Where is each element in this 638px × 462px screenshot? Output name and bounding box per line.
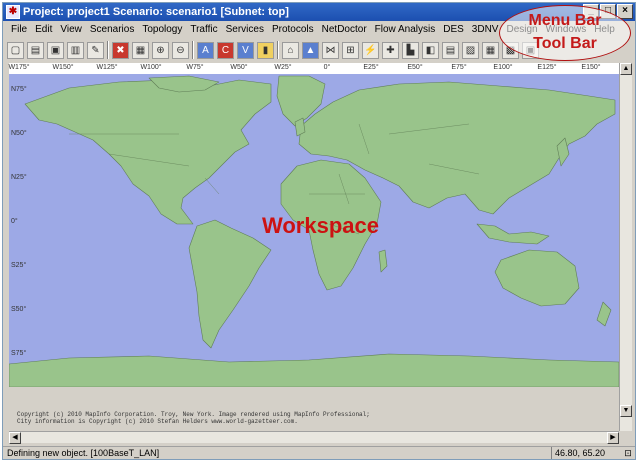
traffic-vne-icon[interactable]: V	[237, 41, 254, 59]
menu-item-view[interactable]: View	[56, 21, 86, 38]
status-bar: Defining new object. [100BaseT_LAN] 46.8…	[3, 446, 635, 459]
longitude-tick: W125°	[96, 64, 118, 71]
chart-icon[interactable]: ▙	[402, 41, 419, 59]
menu-item-netdoctor[interactable]: NetDoctor	[318, 21, 371, 38]
object-palette-icon[interactable]: ✎	[87, 41, 104, 59]
menu-item-file[interactable]: File	[7, 21, 31, 38]
view-results-icon[interactable]: ▤	[442, 41, 459, 59]
longitude-tick: E50°	[407, 64, 423, 71]
window-title: Project: project1 Scenario: scenario1 [S…	[23, 6, 289, 18]
longitude-tick: W75°	[186, 64, 204, 71]
map-workspace[interactable]: N75° N50° N25° 0° S25° S50° S75° Workspace	[9, 74, 619, 387]
open-folder-icon[interactable]: ▤	[27, 41, 44, 59]
menu-item-scenarios[interactable]: Scenarios	[86, 21, 138, 38]
annotation-tool-bar-label: Tool Bar	[533, 35, 597, 52]
links-icon[interactable]: ⋈	[322, 41, 339, 59]
triangle-icon[interactable]: ▲	[302, 41, 319, 59]
longitude-tick: W25°	[274, 64, 292, 71]
toolbar-separator	[107, 41, 109, 59]
new-project-icon[interactable]: ▢	[7, 41, 24, 59]
longitude-ruler: W175° W150° W125° W100° W75° W50° W25° 0° E25° E5…	[8, 63, 619, 74]
latitude-tick: S25°	[11, 262, 27, 269]
graph-icon[interactable]: ▨	[462, 41, 479, 59]
save-icon[interactable]: ▣	[47, 41, 64, 59]
recover-link-icon[interactable]: ✚	[382, 41, 399, 59]
latitude-tick: N25°	[11, 174, 27, 181]
zoom-in-icon[interactable]: ⊕	[152, 41, 169, 59]
fail-link-icon[interactable]: ⚡	[362, 41, 379, 59]
traffic-ace-icon[interactable]: A	[197, 41, 214, 59]
menu-item-des[interactable]: DES	[439, 21, 468, 38]
scroll-left-icon[interactable]: ◀	[9, 432, 21, 444]
flow-icon[interactable]: ▮	[257, 41, 274, 59]
latitude-tick: N75°	[11, 86, 27, 93]
latitude-tick: S50°	[11, 306, 27, 313]
longitude-tick: W50°	[230, 64, 248, 71]
longitude-tick: E75°	[451, 64, 467, 71]
status-coordinates: 46.80, 65.20	[551, 447, 619, 459]
indonesia-shape	[476, 223, 550, 245]
australia-shape	[494, 249, 580, 307]
scroll-right-icon[interactable]: ▶	[607, 432, 619, 444]
main-window: ✱ Project: project1 Scenario: scenario1 …	[2, 2, 636, 460]
new-zealand-shape	[596, 301, 612, 327]
annotation-ellipse: Menu Bar Tool Bar	[499, 5, 631, 61]
longitude-tick: W175°	[8, 64, 30, 71]
latitude-tick: N50°	[11, 130, 27, 137]
latitude-tick: 0°	[11, 218, 18, 225]
menu-item-flow-analysis[interactable]: Flow Analysis	[371, 21, 440, 38]
workspace-label: Workspace	[262, 213, 379, 238]
menu-item-protocols[interactable]: Protocols	[268, 21, 318, 38]
menu-item-3dnv[interactable]: 3DNV	[468, 21, 503, 38]
menu-item-topology[interactable]: Topology	[138, 21, 186, 38]
zoom-out-icon[interactable]: ⊖	[172, 41, 189, 59]
configure-sim-icon[interactable]: ◧	[422, 41, 439, 59]
antarctica-shape	[9, 353, 619, 387]
status-message: Defining new object. [100BaseT_LAN]	[7, 448, 160, 458]
subnet-icon[interactable]: ⊞	[342, 41, 359, 59]
network-status-icon[interactable]: ⊡	[623, 448, 633, 458]
map-copyright: Copyright (c) 2010 MapInfo Corporation. …	[9, 387, 619, 431]
longitude-tick: E25°	[363, 64, 379, 71]
longitude-tick: 0°	[323, 64, 331, 71]
longitude-tick: W150°	[52, 64, 74, 71]
toolbar-separator	[192, 41, 194, 59]
longitude-tick: E150°	[581, 64, 601, 71]
print-icon[interactable]: ▥	[67, 41, 84, 59]
app-icon[interactable]: ✱	[6, 5, 20, 19]
horizontal-scrollbar[interactable]: ◀ ▶	[9, 431, 619, 444]
north-america-shape	[24, 79, 272, 225]
longitude-tick: E100°	[493, 64, 513, 71]
longitude-tick: W100°	[140, 64, 162, 71]
menu-item-edit[interactable]: Edit	[31, 21, 56, 38]
copyright-line-1: Copyright (c) 2010 MapInfo Corporation. …	[17, 411, 370, 418]
traffic-cfg-icon[interactable]: C	[217, 41, 234, 59]
madagascar-shape	[378, 249, 388, 273]
copyright-line-2: City information is Copyright (c) 2010 S…	[17, 418, 298, 425]
latitude-tick: S75°	[11, 350, 27, 357]
properties-icon[interactable]: ▦	[132, 41, 149, 59]
scroll-down-icon[interactable]: ▼	[620, 405, 632, 417]
delete-icon[interactable]: ✖	[112, 41, 129, 59]
longitude-tick: E125°	[537, 64, 557, 71]
south-america-shape	[188, 219, 272, 349]
menu-item-services[interactable]: Services	[222, 21, 268, 38]
scroll-up-icon[interactable]: ▲	[620, 63, 632, 75]
vertical-scrollbar[interactable]: ▲ ▼	[619, 63, 632, 431]
topology-icon[interactable]: ⌂	[282, 41, 299, 59]
toolbar-separator	[277, 41, 279, 59]
annotation-menu-bar-label: Menu Bar	[528, 12, 602, 29]
table-icon[interactable]: ▦	[482, 41, 499, 59]
menu-item-traffic[interactable]: Traffic	[186, 21, 221, 38]
